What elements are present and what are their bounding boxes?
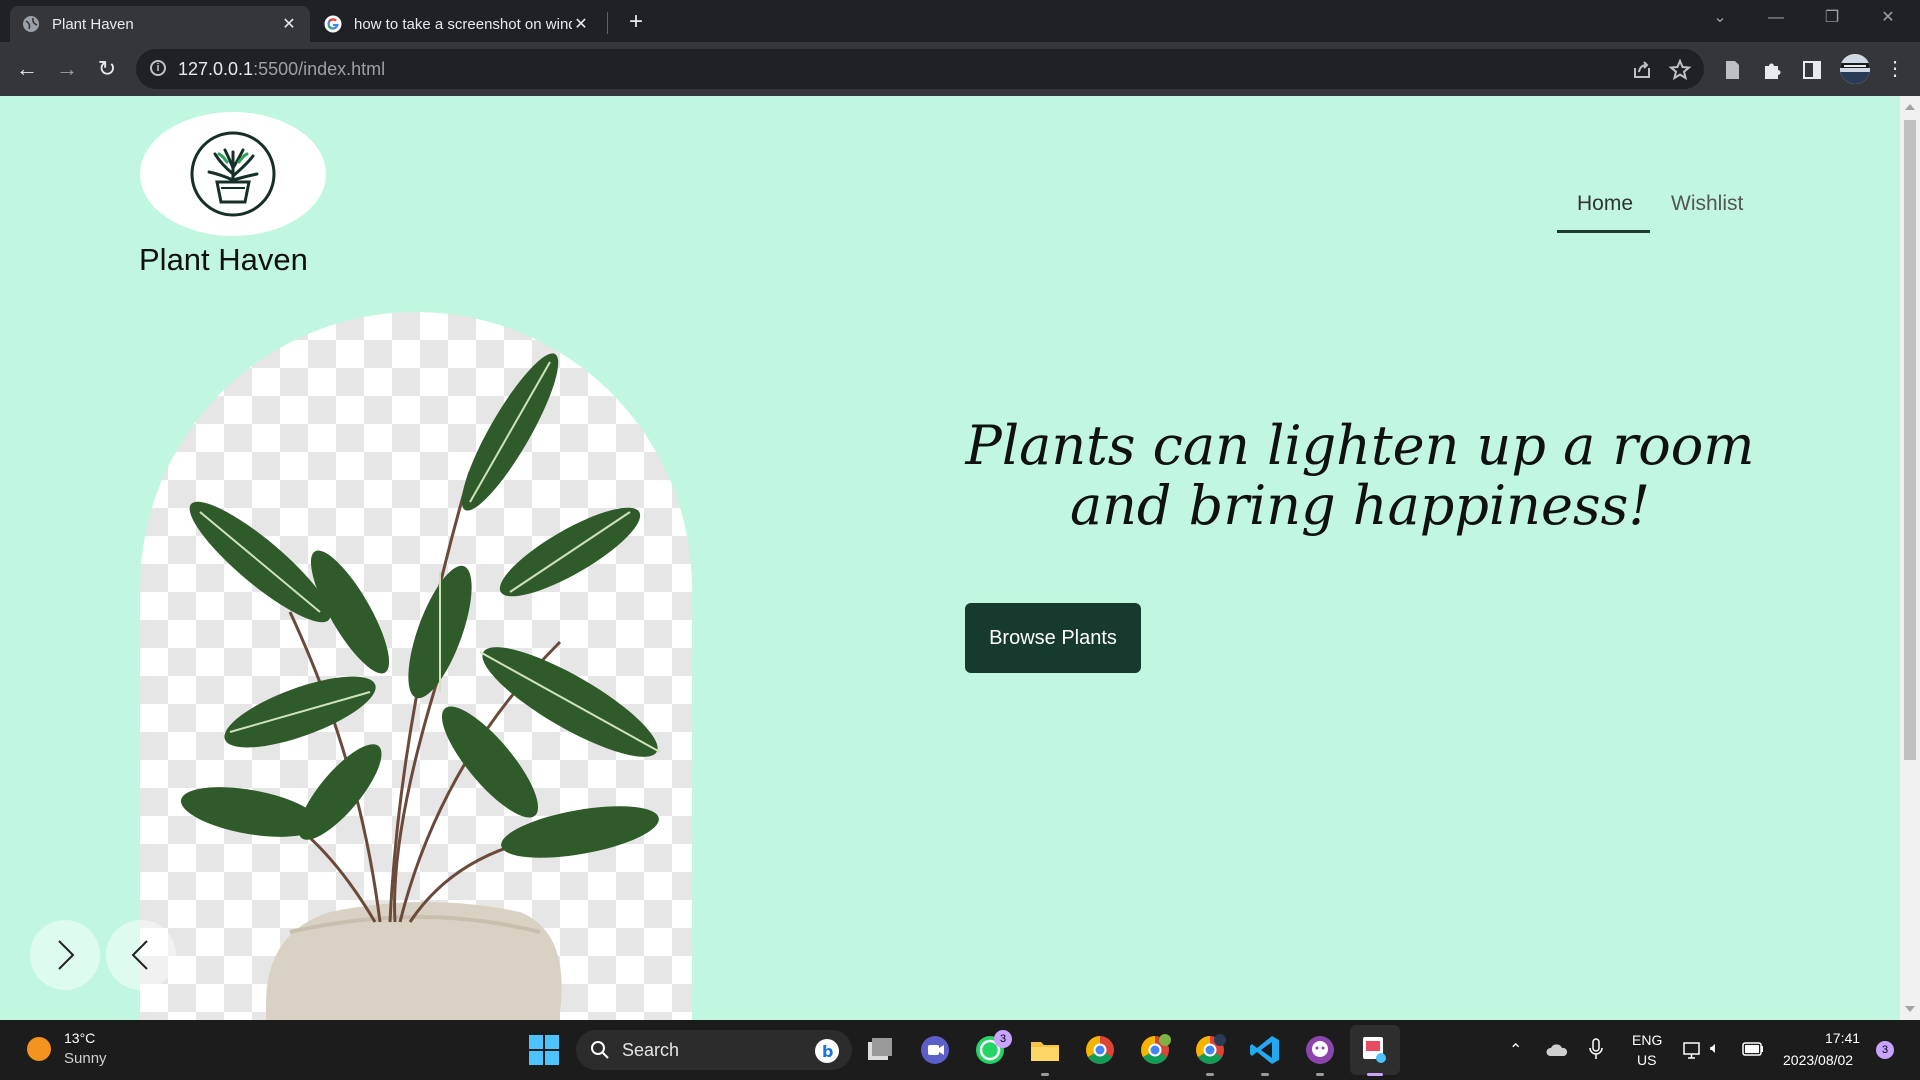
taskbar-search-box[interactable]: Search b: [576, 1030, 852, 1070]
new-tab-button[interactable]: +: [620, 8, 652, 36]
app-running-indicator: [1316, 1073, 1324, 1076]
profile-avatar[interactable]: [1840, 54, 1870, 84]
close-tab-icon[interactable]: ✕: [572, 14, 590, 34]
language-region[interactable]: US: [1637, 1052, 1656, 1068]
brand-name: Plant Haven: [139, 242, 308, 277]
app-running-indicator: [1041, 1073, 1049, 1076]
search-icon: [591, 1041, 609, 1059]
file-explorer-icon[interactable]: [1027, 1032, 1063, 1068]
teams-chat-icon[interactable]: [917, 1032, 953, 1068]
url-path: :5500/index.html: [253, 59, 386, 79]
chrome-icon[interactable]: [1082, 1032, 1118, 1068]
browser-toolbar: ← → ↻ i 127.0.0.1:5500/index.html ⋮: [0, 42, 1920, 96]
windows-taskbar: 13°C Sunny Search b 3 ⌃ ENG US 🔈︎ 17:41 …: [0, 1020, 1920, 1080]
vscode-icon[interactable]: [1247, 1032, 1283, 1068]
avatar-image: [1840, 54, 1870, 84]
clock-time[interactable]: 17:41: [1825, 1030, 1860, 1046]
page-scrollbar[interactable]: [1900, 96, 1920, 1020]
scroll-up-arrow-icon[interactable]: [1905, 104, 1915, 110]
weather-description[interactable]: Sunny: [64, 1050, 107, 1067]
carousel-next-button[interactable]: [30, 920, 100, 990]
chevron-left-icon: [131, 940, 148, 970]
language-code[interactable]: ENG: [1632, 1032, 1662, 1048]
weather-sun-icon[interactable]: [27, 1037, 51, 1061]
scroll-down-arrow-icon[interactable]: [1905, 1006, 1915, 1012]
volume-icon[interactable]: 🔈︎: [1710, 1040, 1720, 1058]
reading-mode-icon[interactable]: [1720, 58, 1744, 82]
restore-button[interactable]: ❐: [1804, 0, 1860, 36]
network-icon[interactable]: [1682, 1040, 1702, 1060]
extensions-puzzle-icon[interactable]: [1760, 58, 1784, 82]
google-icon: [324, 15, 342, 33]
close-tab-icon[interactable]: ✕: [280, 14, 298, 34]
address-bar[interactable]: i 127.0.0.1:5500/index.html: [136, 49, 1704, 89]
side-panel-icon[interactable]: [1800, 58, 1824, 82]
reload-button[interactable]: ↻: [90, 52, 124, 86]
snipping-tool-icon[interactable]: [1357, 1032, 1393, 1068]
svg-text:b: b: [822, 1042, 833, 1061]
window-close-button[interactable]: ✕: [1860, 0, 1916, 36]
minimize-button[interactable]: —: [1748, 0, 1804, 36]
site-logo[interactable]: [140, 112, 326, 236]
globe-icon: [23, 16, 39, 32]
url-text[interactable]: 127.0.0.1:5500/index.html: [178, 59, 385, 80]
browse-plants-button[interactable]: Browse Plants: [965, 603, 1141, 673]
tab-google-search[interactable]: how to take a screenshot on windows ✕: [312, 6, 602, 42]
back-button[interactable]: ←: [10, 52, 44, 86]
web-page: Plant Haven Home Wishlist Plants can lig…: [0, 96, 1900, 1020]
chevron-right-icon: [58, 940, 75, 970]
tab-title: Plant Haven: [52, 15, 134, 33]
headline-line-2: and bring happiness!: [1069, 474, 1651, 537]
calathea-plant-illustration: [180, 353, 661, 1020]
app-running-indicator: [1261, 1073, 1269, 1076]
github-desktop-icon[interactable]: [1302, 1032, 1338, 1068]
chrome-active-icon[interactable]: [1192, 1032, 1228, 1068]
forward-button[interactable]: →: [50, 52, 84, 86]
battery-icon[interactable]: [1742, 1042, 1764, 1056]
search-label: Search: [622, 1040, 680, 1060]
active-nav-underline: [1557, 230, 1650, 233]
carousel-prev-button[interactable]: [106, 920, 176, 990]
plant-hero-image: [140, 312, 692, 1020]
tab-search-icon[interactable]: ⌄: [1692, 0, 1748, 36]
task-view-icon[interactable]: [862, 1032, 898, 1068]
share-icon[interactable]: [1630, 58, 1654, 82]
onedrive-cloud-icon[interactable]: [1545, 1040, 1569, 1060]
hero-headline: Plants can lighten up a room and bring h…: [960, 416, 1760, 536]
chrome-profile-icon[interactable]: [1137, 1032, 1173, 1068]
app-active-indicator: [1367, 1073, 1383, 1076]
weather-temperature[interactable]: 13°C: [64, 1030, 95, 1046]
microphone-icon[interactable]: [1588, 1038, 1604, 1060]
notification-count-badge[interactable]: 3: [1876, 1041, 1894, 1059]
tab-separator: [607, 12, 608, 34]
url-host: 127.0.0.1: [178, 59, 254, 79]
whatsapp-badge: 3: [994, 1030, 1012, 1048]
headline-line-1: Plants can lighten up a room: [965, 414, 1755, 477]
tab-plant-haven[interactable]: Plant Haven ✕: [10, 6, 310, 42]
browser-title-bar: Plant Haven ✕ how to take a screenshot o…: [0, 0, 1920, 42]
tab-title: how to take a screenshot on windows: [354, 15, 572, 33]
app-running-indicator: [1206, 1073, 1214, 1076]
menu-kebab-icon[interactable]: ⋮: [1878, 52, 1912, 86]
nav-home-link[interactable]: Home: [1577, 192, 1633, 216]
bookmark-star-icon[interactable]: [1668, 58, 1692, 82]
scroll-thumb[interactable]: [1904, 120, 1916, 760]
nav-wishlist-link[interactable]: Wishlist: [1671, 192, 1743, 216]
site-info-icon[interactable]: i: [150, 60, 166, 76]
potted-plant-logo-icon: [190, 131, 276, 217]
show-hidden-icons-chevron[interactable]: ⌃: [1509, 1040, 1522, 1060]
clock-date[interactable]: 2023/08/02: [1783, 1052, 1853, 1068]
windows-start-icon[interactable]: [526, 1032, 562, 1068]
bing-icon: b: [815, 1039, 839, 1063]
